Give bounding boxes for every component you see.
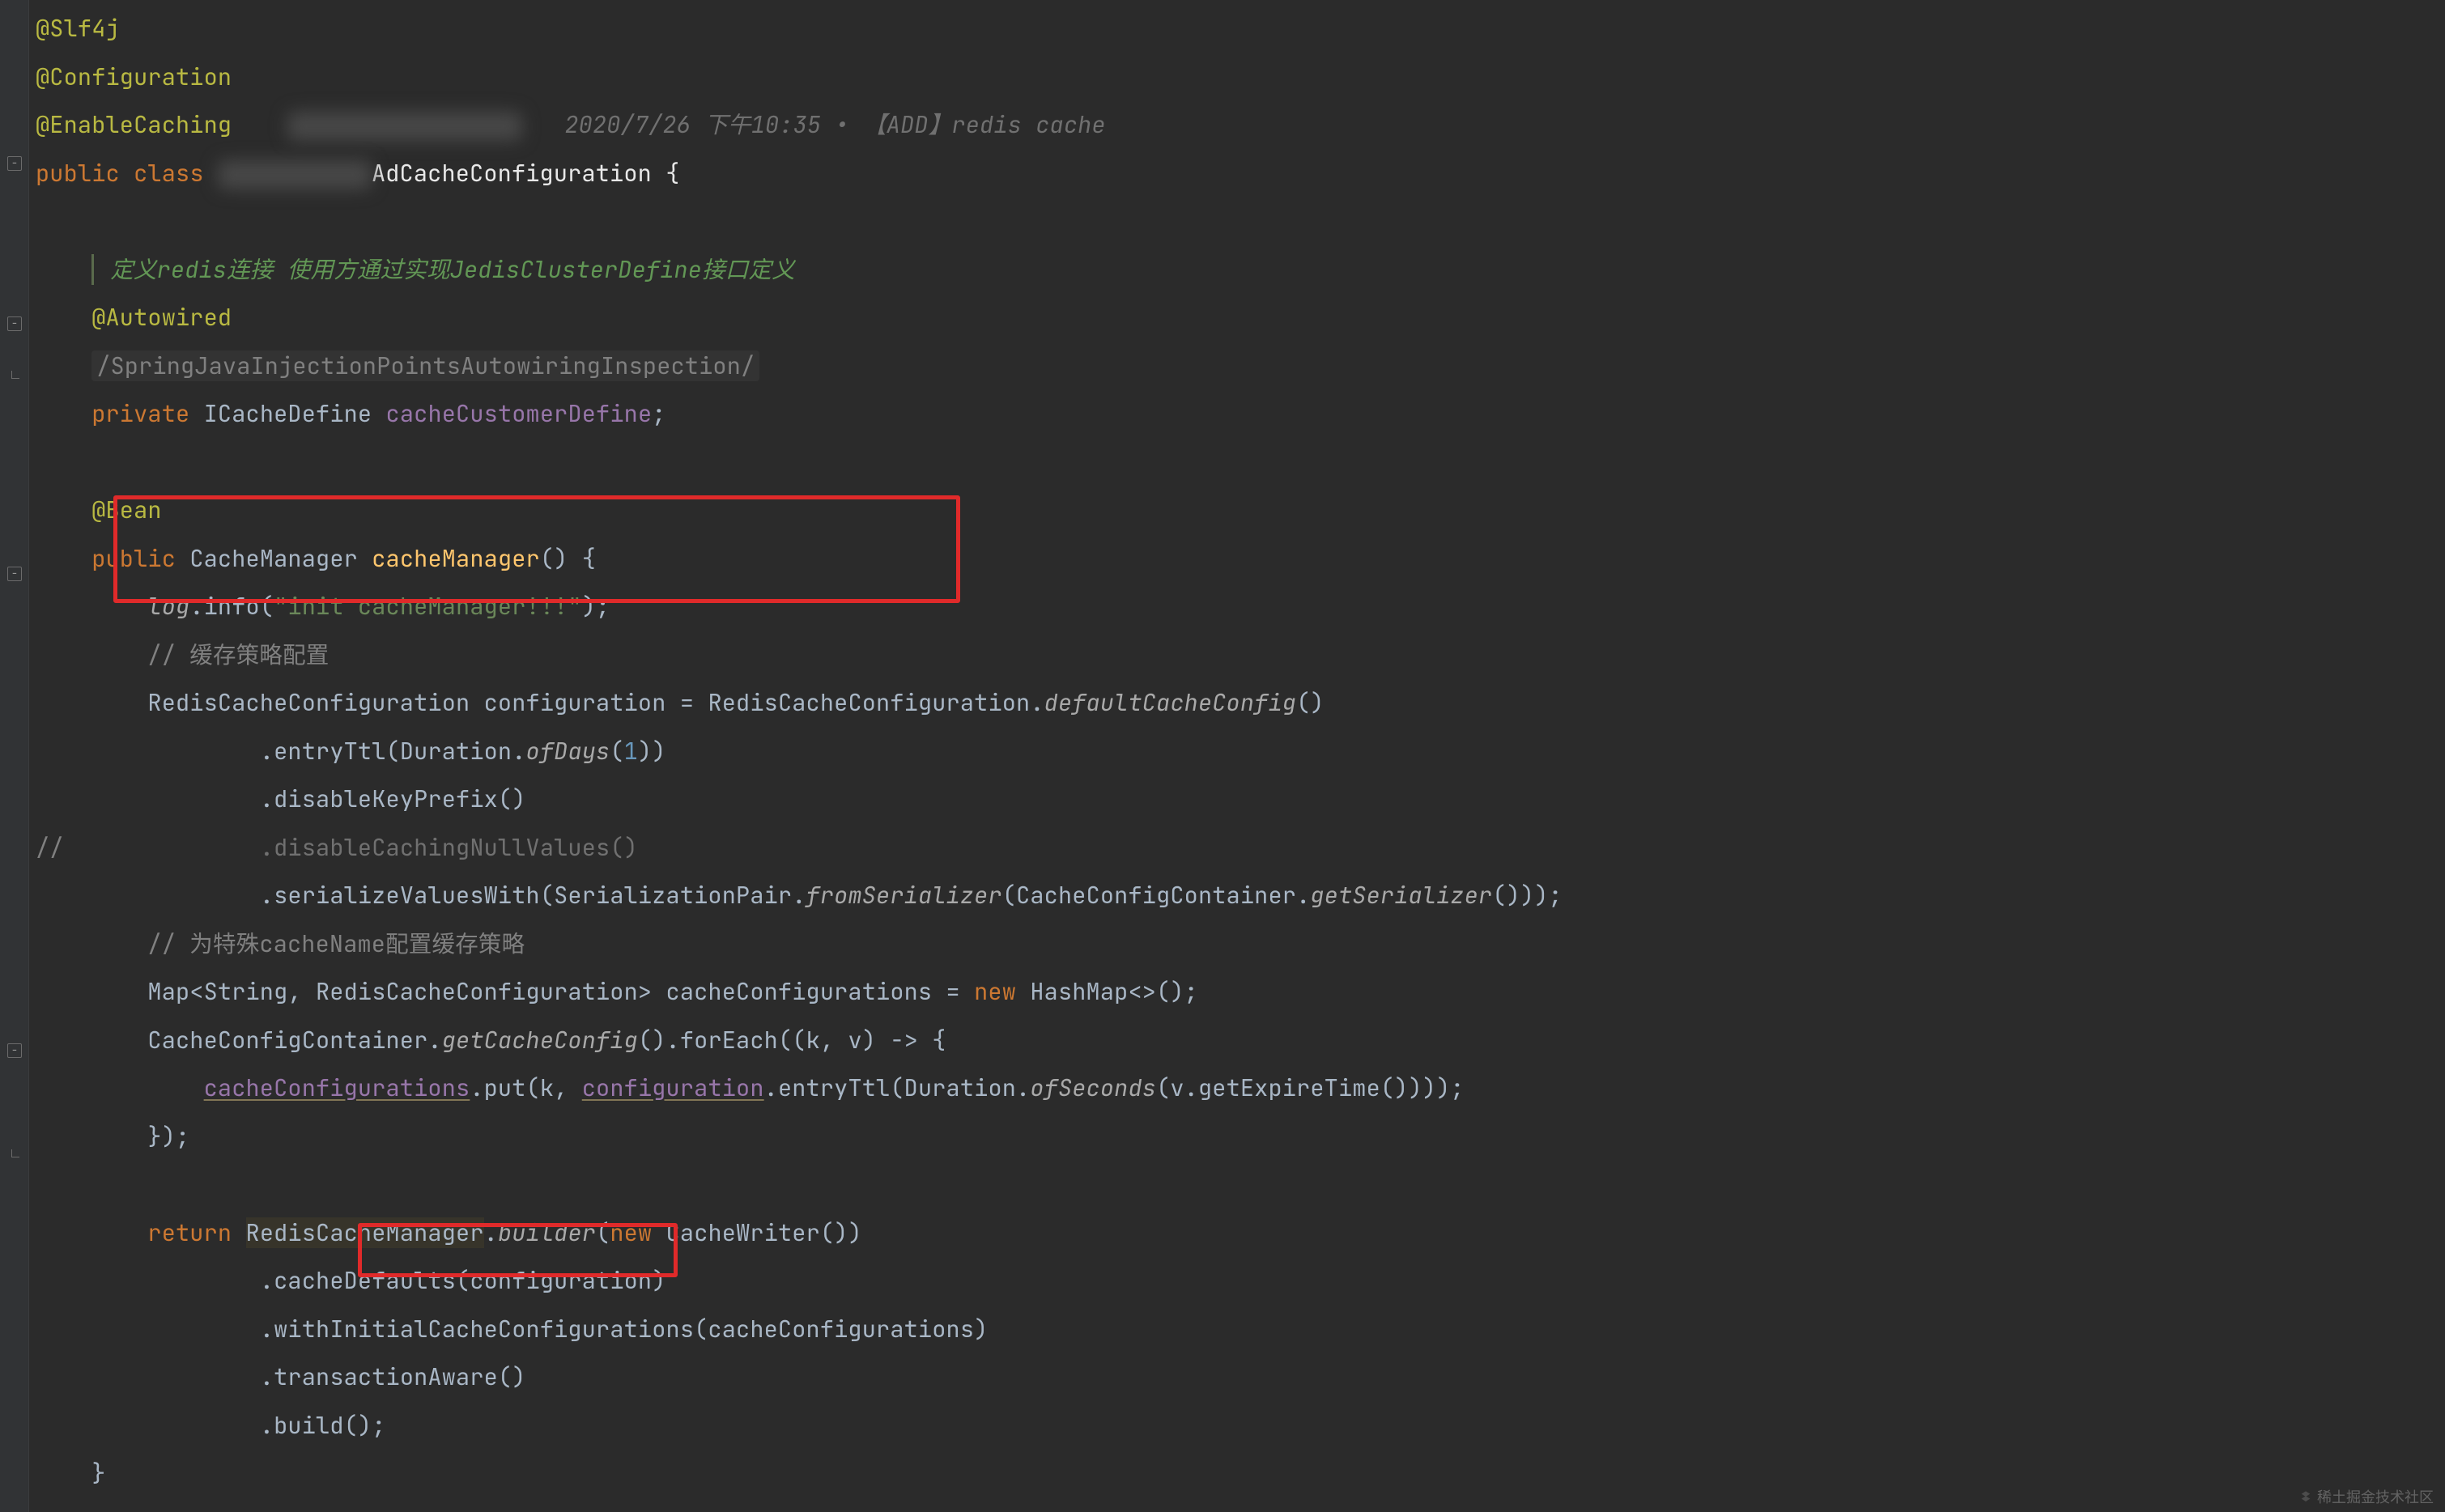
static-call: ofDays	[526, 736, 610, 767]
punct: ()	[1296, 687, 1325, 718]
javadoc-line: 定义redis连接 使用方通过实现JedisClusterDefine接口定义	[91, 254, 795, 285]
redacted-author	[287, 112, 522, 141]
static-call: getCacheConfig	[442, 1025, 638, 1055]
kw-return: return	[147, 1217, 232, 1248]
semi: ;	[652, 398, 665, 429]
punct: ))	[638, 736, 666, 767]
call: .serializeValuesWith(	[260, 880, 554, 911]
type: CacheConfigContainer	[1016, 880, 1296, 911]
annotation: @EnableCaching	[36, 109, 232, 140]
annotation: @Slf4j	[36, 13, 120, 44]
line-comment: // 为特殊cacheName配置缓存策略	[147, 928, 525, 959]
call: .disableKeyPrefix()	[260, 784, 526, 814]
annotation-bean: @Bean	[91, 495, 162, 525]
param: k	[540, 1072, 554, 1103]
type: CacheWriter	[666, 1217, 820, 1248]
param: k	[806, 1025, 820, 1055]
kw-private: private	[91, 398, 189, 429]
punct: ) -> {	[862, 1025, 946, 1055]
line-comment: // 缓存策略配置	[147, 639, 329, 670]
code-editor-content[interactable]: @Slf4j @Configuration @EnableCaching 202…	[36, 5, 1563, 1498]
log-ref: log	[147, 591, 189, 622]
punct: );	[582, 591, 610, 622]
type: RedisCacheConfiguration	[708, 687, 1030, 718]
type: CacheConfigContainer	[147, 1025, 427, 1055]
brace-close: }	[91, 1458, 105, 1489]
call: (v.getExpireTime())));	[1156, 1072, 1465, 1103]
static-call: getSerializer	[1310, 880, 1492, 911]
class-name: AdCacheConfiguration	[372, 158, 652, 189]
punct: });	[147, 1121, 189, 1152]
kw-class: class	[134, 158, 204, 189]
call: .transactionAware()	[260, 1361, 526, 1392]
op: =	[666, 687, 708, 718]
watermark-text: 稀土掘金技术社区	[2317, 1486, 2434, 1507]
fold-toggle-icon[interactable]	[7, 1043, 22, 1058]
kw-public: public	[91, 543, 176, 574]
call: .forEach((	[666, 1025, 806, 1055]
annotation: @Configuration	[36, 62, 232, 92]
fold-toggle-icon[interactable]	[7, 316, 22, 331]
call: .withInitialCacheConfigurations(cacheCon…	[260, 1314, 989, 1344]
type: SerializationPair	[554, 880, 792, 911]
type: Map<String, RedisCacheConfiguration>	[147, 976, 665, 1007]
fold-toggle-icon[interactable]	[7, 156, 22, 171]
commented-call: .disableCachingNullValues()	[260, 832, 638, 863]
string-literal: "init cacheManager!!!"	[274, 591, 582, 622]
editor-gutter	[0, 0, 29, 1512]
punct: ())	[820, 1217, 862, 1248]
type: Duration	[400, 736, 512, 767]
punct: ()));	[1492, 880, 1563, 911]
line-comment: //	[36, 832, 64, 863]
type: CacheManager	[189, 543, 358, 574]
static-call: fromSerializer	[806, 880, 1002, 911]
call: .info(	[189, 591, 274, 622]
type: RedisCacheManager	[246, 1217, 484, 1248]
punct: (	[1002, 880, 1016, 911]
kw-new: new	[610, 1217, 652, 1248]
inline-blame-hint: 2020/7/26 下午10:35 • 【ADD】redis cache	[564, 109, 1105, 140]
kw-public: public	[36, 158, 120, 189]
field: cacheCustomerDefine	[386, 398, 653, 429]
fold-end-icon	[11, 371, 19, 379]
fold-end-icon	[11, 1149, 19, 1157]
param: v	[848, 1025, 861, 1055]
var: configuration	[484, 687, 666, 718]
static-call: defaultCacheConfig	[1044, 687, 1296, 718]
brace: {	[652, 158, 680, 189]
suppress-inspection-comment: /SpringJavaInjectionPointsAutowiringInsp…	[91, 350, 759, 381]
call: .build();	[260, 1410, 386, 1441]
var-ref: cacheConfigurations	[204, 1072, 470, 1103]
punct: ,	[820, 1025, 848, 1055]
static-call: ofSeconds	[1030, 1072, 1156, 1103]
call: .cacheDefaults(configuration)	[260, 1265, 666, 1296]
static-call: builder	[498, 1217, 596, 1248]
kw-new: new	[960, 976, 1031, 1007]
call: .entryTtl(Duration.	[764, 1072, 1031, 1103]
redacted-prefix	[218, 160, 372, 189]
call: .put(	[470, 1072, 540, 1103]
watermark: 稀土掘金技术社区	[2299, 1486, 2434, 1507]
method-name: cacheManager	[372, 543, 540, 574]
type: RedisCacheConfiguration	[147, 687, 470, 718]
annotation: @Autowired	[91, 302, 232, 333]
logo-icon	[2299, 1490, 2312, 1503]
type: HashMap<>();	[1030, 976, 1198, 1007]
punct: () {	[540, 543, 596, 574]
fold-toggle-icon[interactable]	[7, 567, 22, 581]
var: cacheConfigurations	[666, 976, 933, 1007]
number-literal: 1	[624, 736, 638, 767]
type: ICacheDefine	[204, 398, 372, 429]
call: .entryTtl(	[260, 736, 400, 767]
var-ref: configuration	[582, 1072, 764, 1103]
